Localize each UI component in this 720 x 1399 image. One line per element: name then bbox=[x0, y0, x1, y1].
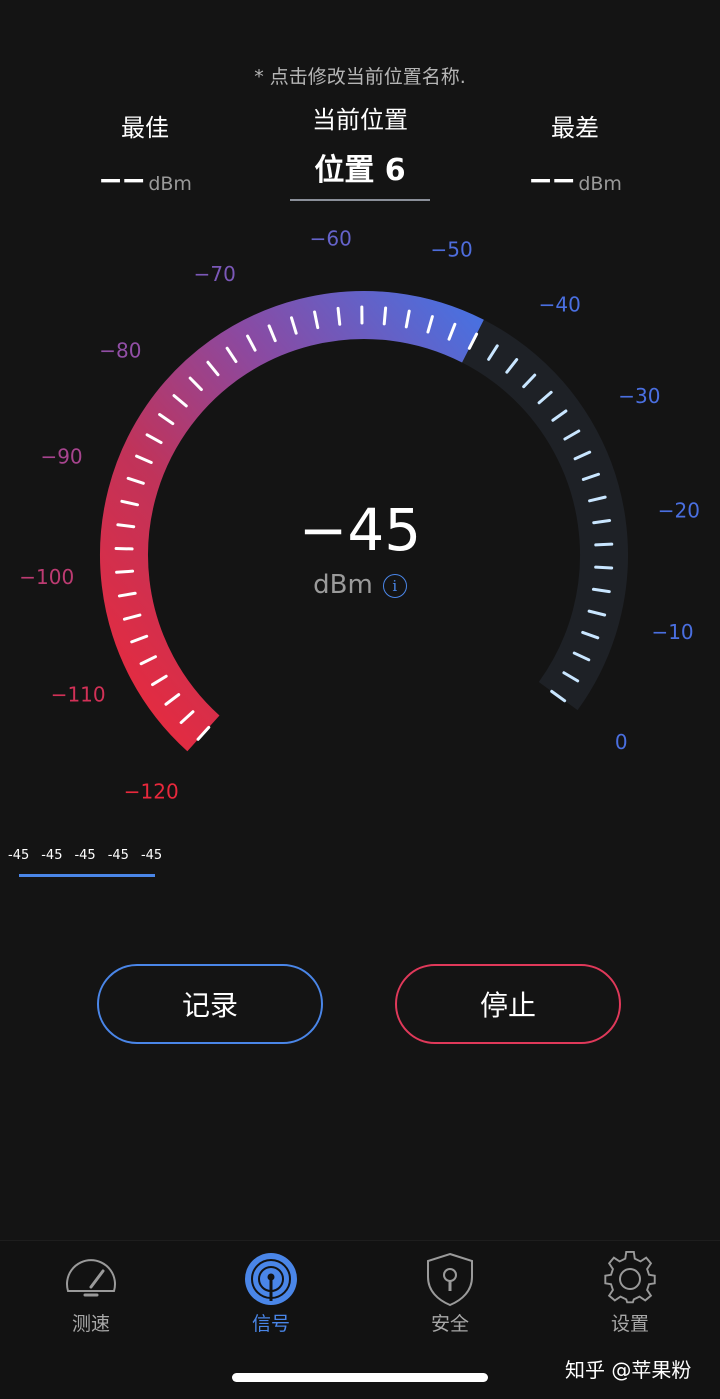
home-indicator[interactable] bbox=[232, 1373, 488, 1382]
gauge-tick bbox=[116, 523, 136, 529]
signal-unit-row: dBm i bbox=[260, 570, 460, 600]
gauge-scale-label: −50 bbox=[431, 237, 473, 261]
signal-value: −45 bbox=[298, 496, 422, 564]
gauge-tick bbox=[382, 306, 388, 326]
stop-button[interactable]: 停止 bbox=[395, 964, 621, 1044]
gauge-scale-label: −100 bbox=[19, 565, 74, 589]
gauge-scale-label: −70 bbox=[194, 262, 236, 286]
history-value: -45 bbox=[140, 848, 163, 863]
gauge-tick bbox=[115, 569, 135, 574]
tab-label: 安全 bbox=[430, 1313, 469, 1335]
history-value: -45 bbox=[74, 848, 96, 863]
gauge-scale-label: −110 bbox=[51, 682, 106, 706]
shield-lock-icon bbox=[427, 1252, 473, 1307]
signal-icon bbox=[245, 1253, 297, 1305]
signal-page: * 点击修改当前位置名称. 最佳 −− dBm 当前位置 位置 6 最差 −− dB… bbox=[0, 0, 720, 1399]
tab-security[interactable]: 安全 bbox=[390, 1251, 510, 1336]
gauge-scale-label: −40 bbox=[539, 292, 581, 316]
gauge-scale-label: −60 bbox=[310, 227, 352, 251]
tab-label: 信号 bbox=[251, 1313, 290, 1335]
gauge-scale-label: −20 bbox=[658, 499, 700, 523]
history-bar bbox=[19, 874, 155, 877]
record-button[interactable]: 记录 bbox=[97, 964, 323, 1044]
tab-speedtest[interactable]: 测速 bbox=[31, 1251, 151, 1336]
gauge-tick bbox=[594, 565, 614, 570]
gauge-scale-label: −30 bbox=[618, 384, 660, 408]
gauge-scale-label: −120 bbox=[124, 779, 179, 803]
history-value: -45 bbox=[41, 848, 63, 863]
gauge-tick bbox=[594, 542, 614, 547]
history-value: -45 bbox=[8, 848, 30, 863]
tab-label: 设置 bbox=[610, 1313, 649, 1335]
gauge-scale-label: −90 bbox=[40, 445, 82, 469]
gear-icon bbox=[604, 1251, 656, 1304]
speedometer-icon bbox=[66, 1259, 116, 1297]
tab-signal[interactable]: 信号 bbox=[211, 1251, 331, 1336]
signal-gauge: −120−110−100−90−80−70−60 −50−40−30−20−100 bbox=[19, 227, 700, 804]
tab-settings[interactable]: 设置 bbox=[570, 1251, 690, 1336]
gauge-scale-label: −10 bbox=[651, 620, 693, 644]
watermark: 知乎 @苹果粉 bbox=[565, 1358, 692, 1382]
signal-reading: −45 dBm i bbox=[260, 490, 460, 600]
tab-label: 测速 bbox=[71, 1313, 110, 1335]
history-value: -45 bbox=[107, 848, 129, 863]
signal-history: -45 -45 -45 -45 -45 bbox=[8, 848, 174, 863]
signal-unit: dBm bbox=[313, 570, 373, 600]
info-icon[interactable]: i bbox=[382, 574, 407, 598]
gauge-scale-label: −80 bbox=[99, 339, 141, 363]
gauge-scale-label: 0 bbox=[615, 730, 628, 754]
gauge-tick bbox=[336, 306, 342, 326]
